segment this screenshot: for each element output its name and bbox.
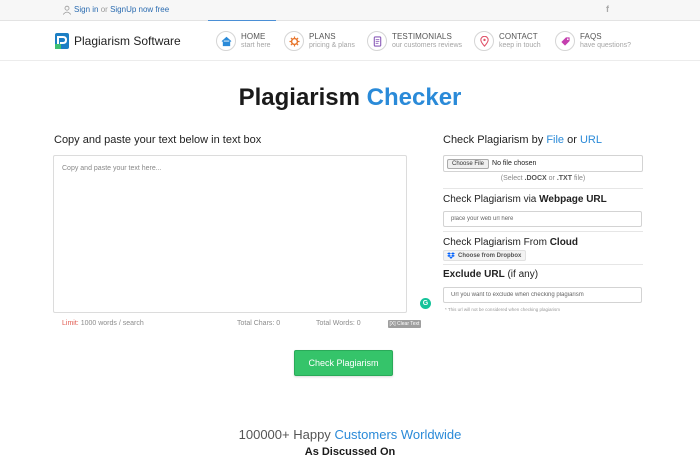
signup-link[interactable]: SignUp now free bbox=[110, 5, 169, 14]
signin-link[interactable]: Sign in bbox=[74, 5, 98, 14]
section-divider bbox=[443, 264, 643, 265]
exclude-url-heading: Exclude URL (if any) bbox=[443, 269, 539, 280]
grammarly-icon[interactable]: G bbox=[420, 298, 431, 309]
file-type-hint: (Select .DOCX or .TXT file) bbox=[500, 175, 586, 182]
section-divider bbox=[443, 231, 643, 232]
auth-or: or bbox=[100, 5, 108, 14]
webpage-url-heading: Check Plagiarism via Webpage URL bbox=[443, 194, 607, 205]
dropbox-button[interactable]: Choose from Dropbox bbox=[443, 250, 526, 261]
no-file-status: No file chosen bbox=[492, 160, 537, 167]
user-icon bbox=[62, 5, 72, 15]
nav-home-sub: start here bbox=[241, 42, 271, 49]
nav-testimonials[interactable]: TESTIMONIALS our customers reviews bbox=[367, 30, 462, 52]
nav-testimonials-sub: our customers reviews bbox=[392, 42, 463, 49]
section-divider bbox=[443, 188, 643, 189]
cloud-heading: Check Plagiarism From Cloud bbox=[443, 237, 579, 248]
location-pin-icon bbox=[479, 35, 489, 47]
site-logo[interactable]: Plagiarism Software bbox=[55, 32, 181, 50]
customers-tagline: 100000+ Happy Customers Worldwide bbox=[238, 427, 462, 442]
nav-faqs[interactable]: FAQS have questions? bbox=[555, 30, 631, 52]
nav-home[interactable]: HOME start here bbox=[216, 30, 271, 52]
file-link[interactable]: File bbox=[546, 134, 564, 146]
webpage-url-input[interactable] bbox=[443, 211, 642, 227]
page-title: Plagiarism Checker bbox=[238, 84, 462, 111]
text-input-area[interactable] bbox=[54, 156, 406, 312]
nav-testimonials-label: TESTIMONIALS bbox=[392, 32, 452, 41]
exclude-url-input[interactable] bbox=[443, 287, 642, 303]
file-url-heading: Check Plagiarism by File or URL bbox=[443, 134, 602, 146]
nav-faqs-sub: have questions? bbox=[580, 42, 631, 49]
top-bar: Sign in or SignUp now free f bbox=[0, 0, 700, 21]
nav-plans-label: PLANS bbox=[309, 32, 336, 41]
text-box-heading: Copy and paste your text below in text b… bbox=[54, 134, 262, 146]
home-icon bbox=[221, 36, 231, 46]
clear-text-button[interactable]: [X] Clear Text bbox=[388, 320, 421, 328]
total-chars: Total Chars: 0 bbox=[237, 320, 281, 327]
nav-plans-sub: pricing & plans bbox=[309, 42, 355, 49]
nav-plans[interactable]: PLANS pricing & plans bbox=[284, 30, 355, 52]
nav-contact-sub: keep in touch bbox=[499, 42, 541, 49]
url-link[interactable]: URL bbox=[580, 134, 602, 146]
facebook-icon[interactable]: f bbox=[606, 4, 609, 14]
total-words: Total Words: 0 bbox=[316, 320, 361, 327]
nav-active-indicator bbox=[208, 20, 276, 21]
tag-icon bbox=[560, 36, 570, 46]
text-box-container bbox=[53, 155, 407, 313]
auth-links: Sign in or SignUp now free bbox=[74, 5, 169, 14]
word-limit: Limit: 1000 words / search bbox=[62, 320, 144, 327]
header-divider bbox=[0, 60, 700, 61]
file-upload[interactable]: Choose File No file chosen bbox=[443, 155, 643, 172]
dropbox-icon bbox=[447, 252, 455, 259]
nav-contact[interactable]: CONTACT keep in touch bbox=[474, 30, 541, 52]
document-icon bbox=[373, 35, 381, 47]
nav-contact-label: CONTACT bbox=[499, 32, 538, 41]
check-plagiarism-button[interactable]: Check Plagiarism bbox=[294, 350, 393, 376]
nav-faqs-label: FAQS bbox=[580, 32, 602, 41]
dropbox-label: Choose from Dropbox bbox=[458, 252, 522, 259]
discussed-heading: As Discussed On bbox=[304, 446, 396, 458]
logo-mark-icon bbox=[55, 33, 69, 49]
gear-icon bbox=[288, 35, 300, 47]
nav-home-label: HOME bbox=[241, 32, 266, 41]
exclude-note: * This url will not be considered when c… bbox=[445, 307, 560, 312]
logo-text: Plagiarism Software bbox=[74, 34, 181, 48]
choose-file-button[interactable]: Choose File bbox=[447, 158, 490, 169]
